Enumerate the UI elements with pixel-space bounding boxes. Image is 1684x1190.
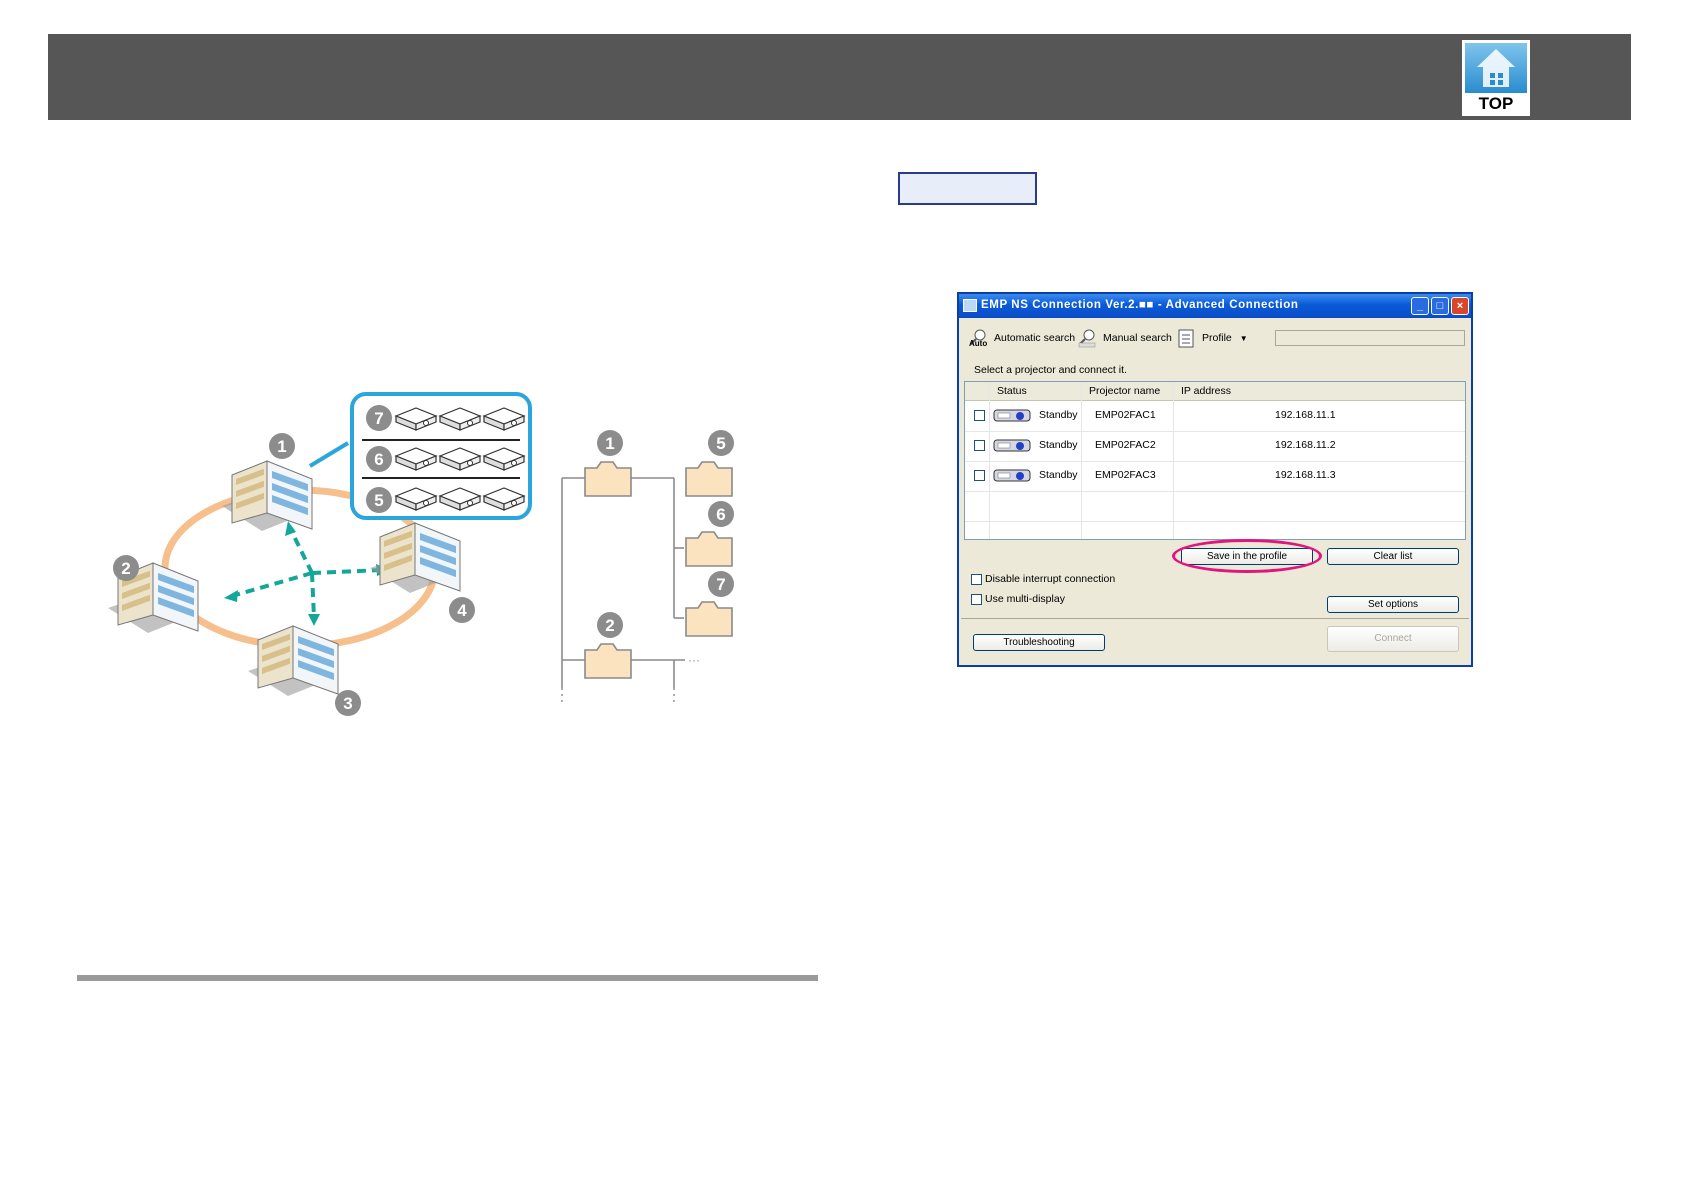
highlight-ellipse <box>1172 539 1322 573</box>
header-bar <box>48 34 1631 120</box>
row-status: Standby <box>1039 469 1078 481</box>
tree-marker-6: 6 <box>708 501 734 527</box>
minimize-icon[interactable]: _ <box>1411 297 1429 315</box>
row-ip: 192.168.11.2 <box>1275 439 1336 451</box>
instruction-text: Select a projector and connect it. <box>974 364 1127 376</box>
window-titlebar: EMP NS Connection Ver.2.■■ - Advanced Co… <box>959 294 1471 318</box>
tree-marker-1: 1 <box>597 430 623 456</box>
profile-dropdown[interactable]: Profile ▼ <box>1177 328 1248 348</box>
svg-text:6: 6 <box>374 450 383 469</box>
clear-list-button[interactable]: Clear list <box>1327 548 1459 565</box>
marker-1: 1 <box>269 433 295 459</box>
connect-button[interactable]: Connect <box>1327 626 1459 652</box>
disable-interrupt-label: Disable interrupt connection <box>985 573 1116 585</box>
marker-3: 3 <box>335 690 361 716</box>
top-label: TOP <box>1478 94 1514 113</box>
svg-text:3: 3 <box>343 694 352 713</box>
tree-marker-7: 7 <box>708 571 734 597</box>
row-name: EMP02FAC3 <box>1095 469 1156 481</box>
marker-4: 4 <box>449 597 475 623</box>
row-checkbox[interactable] <box>974 440 985 451</box>
table-row[interactable]: Standby EMP02FAC2 192.168.11.2 <box>965 431 1465 462</box>
footer-separator <box>961 618 1469 619</box>
set-options-button[interactable]: Set options <box>1327 596 1459 613</box>
column-status[interactable]: Status <box>997 385 1027 397</box>
multi-display-box[interactable] <box>971 593 982 605</box>
svg-text:4: 4 <box>457 601 467 620</box>
projector-icon <box>993 409 1031 422</box>
tree-ellipsis: ··· <box>688 653 700 667</box>
marker-7: 7 <box>366 405 392 431</box>
svg-text:5: 5 <box>716 434 725 453</box>
automatic-search-button[interactable]: Auto Automatic search <box>969 328 1075 348</box>
row-status: Standby <box>1039 409 1078 421</box>
disable-interrupt-checkbox[interactable]: Disable interrupt connection <box>971 573 1115 585</box>
empty-row <box>965 491 1465 522</box>
section-divider <box>77 975 818 981</box>
blue-label-box <box>898 172 1037 205</box>
svg-text:7: 7 <box>716 575 725 594</box>
tree-marker-2: 2 <box>597 612 623 638</box>
manual-search-button[interactable]: Manual search <box>1078 328 1172 348</box>
row-checkbox[interactable] <box>974 470 985 481</box>
profile-path-field[interactable] <box>1275 330 1465 346</box>
automatic-search-label: Automatic search <box>994 332 1076 344</box>
list-header: Status Projector name IP address <box>965 382 1465 401</box>
advanced-connection-window: EMP NS Connection Ver.2.■■ - Advanced Co… <box>957 292 1473 667</box>
svg-text:7: 7 <box>374 409 383 428</box>
svg-text:2: 2 <box>605 616 614 635</box>
network-diagram: 1 2 3 4 5 6 7 ··· 1 5 6 7 2 <box>107 392 734 716</box>
manual-search-icon <box>1078 328 1098 348</box>
marker-6: 6 <box>366 446 392 472</box>
multi-display-label: Use multi-display <box>985 593 1065 605</box>
dropdown-arrow-icon: ▼ <box>1239 333 1248 343</box>
projector-icon <box>993 439 1031 452</box>
troubleshooting-button[interactable]: Troubleshooting <box>973 634 1105 651</box>
table-row[interactable]: Standby EMP02FAC1 192.168.11.1 <box>965 401 1465 432</box>
column-projector-name[interactable]: Projector name <box>1089 385 1160 397</box>
home-icon <box>1465 43 1527 93</box>
disable-interrupt-box[interactable] <box>971 573 982 585</box>
svg-text:5: 5 <box>374 491 383 510</box>
row-status: Standby <box>1039 439 1078 451</box>
row-checkbox[interactable] <box>974 410 985 421</box>
projector-list: Status Projector name IP address Standby… <box>964 381 1466 540</box>
maximize-icon[interactable]: □ <box>1431 297 1449 315</box>
row-ip: 192.168.11.1 <box>1275 409 1336 421</box>
row-ip: 192.168.11.3 <box>1275 469 1336 481</box>
row-name: EMP02FAC2 <box>1095 439 1156 451</box>
profile-label: Profile <box>1202 332 1232 344</box>
app-icon <box>963 299 977 312</box>
window-title: EMP NS Connection Ver.2.■■ - Advanced Co… <box>981 299 1299 311</box>
top-link[interactable]: TOP <box>1462 40 1530 116</box>
svg-text:2: 2 <box>121 559 130 578</box>
manual-search-label: Manual search <box>1103 332 1172 344</box>
projector-icon <box>993 469 1031 482</box>
multi-display-checkbox[interactable]: Use multi-display <box>971 593 1065 605</box>
marker-5: 5 <box>366 487 392 513</box>
table-row[interactable]: Standby EMP02FAC3 192.168.11.3 <box>965 461 1465 492</box>
auto-search-icon: Auto <box>969 328 989 348</box>
svg-text:1: 1 <box>605 434 614 453</box>
svg-text:6: 6 <box>716 505 725 524</box>
marker-2: 2 <box>113 555 139 581</box>
tree-marker-5: 5 <box>708 430 734 456</box>
column-ip-address[interactable]: IP address <box>1181 385 1231 397</box>
svg-text:1: 1 <box>277 437 286 456</box>
close-icon[interactable]: × <box>1451 297 1469 315</box>
profile-icon <box>1177 328 1197 348</box>
row-name: EMP02FAC1 <box>1095 409 1156 421</box>
